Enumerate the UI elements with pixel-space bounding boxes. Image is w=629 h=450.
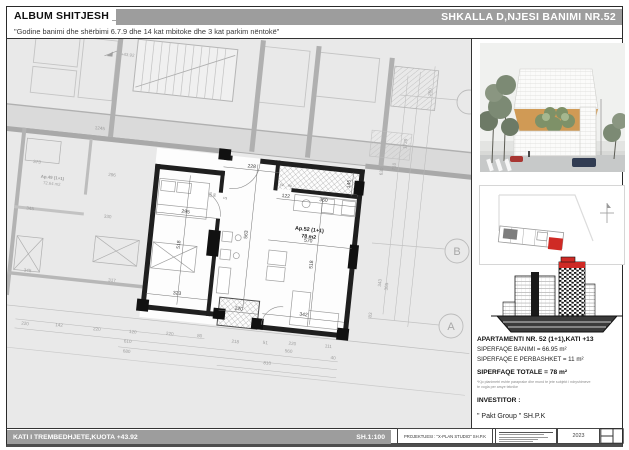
dimension-label: 323 — [173, 290, 182, 297]
level-marker-value: +43.92 — [121, 52, 136, 58]
info-siperfaqe-perbashket: SIPERFAQE E PERBASHKET = 11 m² — [477, 356, 623, 363]
year-value: 2023 — [573, 433, 585, 439]
site-key-map — [479, 185, 625, 265]
door-window-label: P3 — [223, 196, 228, 200]
bg-dimension-label: 680 — [123, 348, 132, 354]
grid-bubble-b-label: B — [453, 246, 460, 258]
pedestrian — [528, 151, 530, 157]
bg-dimension-label: 317 — [108, 277, 117, 283]
bg-dimension-label: 610 — [124, 338, 133, 344]
dimension-label: 145 — [346, 179, 353, 188]
bg-dimension-label: 260 — [427, 87, 433, 96]
bg-dimension-label: 373 — [33, 159, 42, 165]
bg-dimension-label: 560 — [285, 348, 294, 354]
sheet-title: SHKALLA D,NJESI BANIMI NR.52 — [441, 11, 616, 23]
scale-label: SH.1:100 — [356, 434, 385, 441]
bg-dimension-label: 345 — [26, 205, 35, 211]
floor-label: KATI I TREMBEDHJETE,KUOTA +43.92 — [13, 434, 138, 441]
dimension-label: 350 — [319, 197, 328, 204]
bg-dimension-label: 345 — [24, 268, 33, 274]
bg-dimension-label: 51 — [263, 340, 269, 346]
footer-title-bar: KATI I TREMBEDHJETE,KUOTA +43.92 SH.1:10… — [7, 430, 391, 444]
dimension-label: 228 — [247, 163, 256, 170]
neighbor-apartment: Ap.49 (1+1) 72.64 m2 — [7, 128, 158, 309]
dimension-label: 563 — [243, 230, 250, 239]
title-block-notes — [495, 428, 557, 444]
bg-dimension-label: 365 — [383, 282, 389, 291]
designer-name: PROJEKTUESI : "X-PLAN STUDIO" SH.P.K — [404, 434, 486, 439]
highlighted-floor — [559, 262, 585, 268]
dimension-label: 518 — [176, 240, 183, 249]
disclaimer-note-line2: te vogla per arsye teknike — [477, 385, 623, 390]
dimension-label: 518 — [308, 260, 315, 269]
bg-dimension-label: 83 — [368, 312, 374, 318]
grid-bubble-partial — [457, 90, 471, 114]
door-window-label: 220 — [208, 192, 213, 198]
floor-plan-drawing: +43.92 — [7, 39, 471, 428]
apartment-info-title: APARTAMENTI NR. 52 (1+1),KATI +13 — [477, 336, 623, 343]
dark-car — [572, 158, 596, 167]
panel-divider — [471, 39, 472, 428]
door-window-label: F2 — [280, 183, 284, 187]
bg-dimension-label: 220 — [93, 326, 102, 332]
sheet-title-bar: SHKALLA D,NJESI BANIMI NR.52 — [116, 9, 622, 25]
bg-dimension-label: 810 — [263, 360, 272, 366]
rotated-plan-group: +43.92 — [7, 39, 471, 396]
studio-logo — [600, 428, 624, 444]
site-key-svg — [479, 185, 625, 265]
bg-dimension-label: 40 — [330, 355, 336, 361]
designer-box: PROJEKTUESI : "X-PLAN STUDIO" SH.P.K — [397, 428, 493, 444]
album-sheet: ALBUM SHITJESH ____ SHKALLA D,NJESI BANI… — [0, 0, 629, 450]
micro-text-line — [499, 432, 553, 433]
info-siperfaqe-banimi: SIPERFAQE BANIMI = 66.95 m² — [477, 346, 623, 353]
album-title-text: ALBUM SHITJESH — [14, 10, 109, 22]
bg-dimension-label: 710 — [391, 162, 397, 171]
render-image — [480, 43, 625, 172]
apartment-info-block: APARTAMENTI NR. 52 (1+1),KATI +13 SIPERF… — [477, 336, 623, 420]
apartment-unit: Ap.52 (1+1) 78 m2 2281223501455635702955… — [135, 141, 367, 340]
bg-dimension-label: 80 — [197, 333, 203, 339]
bg-dimension-label: 120 — [129, 329, 138, 335]
dimension-label: 122 — [281, 193, 290, 200]
red-car — [510, 156, 523, 162]
floor-plan-svg: +43.92 — [7, 39, 471, 428]
render-svg — [480, 43, 625, 172]
building-elevation — [489, 256, 626, 336]
roof-marker — [561, 257, 575, 262]
bg-dimension-label: 220 — [166, 331, 175, 337]
building-subtitle: "Godine banimi dhe shërbimi 6.7.9 dhe 14… — [14, 27, 279, 36]
stairs — [133, 39, 238, 101]
bg-dimension-label: 111 — [325, 343, 333, 349]
wardrobe — [151, 242, 197, 272]
investor-label: INVESTITOR : — [477, 397, 623, 404]
micro-text-line — [499, 439, 538, 440]
year-box: 2023 — [557, 428, 600, 444]
bg-dimension-label: 220 — [288, 341, 297, 347]
dimension-label: 570 — [304, 238, 313, 245]
dimension-label: 295 — [181, 209, 190, 216]
dimension-label: 342 — [299, 312, 308, 319]
grid-bubble-a-label: A — [447, 321, 455, 333]
bg-dimension-label: 142 — [55, 322, 64, 328]
bg-dimension-label: 218 — [231, 339, 240, 345]
bg-dimension-label: 343 — [377, 278, 383, 287]
dimension-label: 220 — [234, 306, 243, 313]
door-window-label: 90 — [288, 184, 292, 188]
info-siperfaqe-totale: SIPERFAQE TOTALE = 78 m² — [477, 369, 623, 376]
door-window-label: 90 — [212, 193, 216, 197]
bg-dimension-label: 296 — [108, 172, 117, 178]
micro-text-line — [499, 437, 548, 438]
elevation-svg — [489, 256, 626, 336]
neighbor-unit-area: 72.64 m2 — [43, 180, 62, 187]
bg-dimension-label: 330 — [104, 214, 113, 220]
micro-text-line — [499, 441, 533, 442]
micro-text-line — [499, 434, 544, 435]
bg-dimension-label: 220 — [21, 321, 30, 327]
investor-name: " Pakt Group " SH.P.K — [477, 413, 623, 420]
building-render — [514, 69, 598, 156]
unit-location-marker — [548, 237, 563, 250]
bg-dimension-label: 630 — [379, 167, 385, 176]
